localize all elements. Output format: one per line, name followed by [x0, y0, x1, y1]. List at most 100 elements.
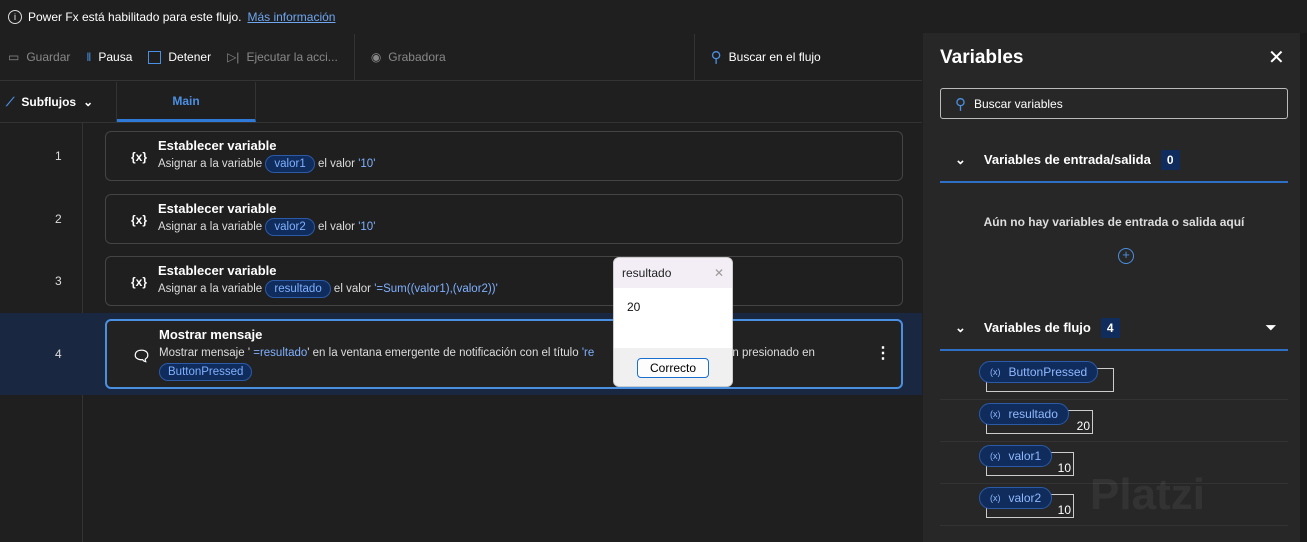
subflows-label: Subflujos	[21, 95, 77, 109]
action-title: Establecer variable	[158, 201, 277, 216]
stop-icon	[148, 50, 162, 64]
desc-text: el valor	[317, 221, 356, 233]
stop-button[interactable]: Detener	[140, 34, 219, 80]
action-description: Mostrar mensaje ' =resultado' en la vent…	[159, 344, 901, 382]
pause-icon: ‖	[86, 50, 92, 64]
action-description: Asignar a la variable resultado el valor…	[158, 280, 902, 299]
variable-icon: {x}	[131, 150, 148, 164]
section-label: Variables de flujo	[983, 320, 1091, 335]
line-number: 2	[55, 212, 62, 226]
line-number: 3	[55, 274, 62, 288]
action-row[interactable]: 3 {x} Establecer variable Asignar a la v…	[0, 250, 922, 313]
action-title: Mostrar mensaje	[159, 327, 263, 342]
pause-label: Pausa	[98, 50, 133, 64]
close-icon[interactable]: ✕	[714, 266, 724, 280]
variables-panel: Variables ✕ ⚲ Buscar variables ⌄ Variables…	[923, 33, 1300, 542]
search-placeholder: Buscar variables	[974, 96, 1063, 111]
panel-title: Variables	[940, 47, 1024, 68]
empty-message: Aún no hay variables de entrada o salida…	[983, 215, 1245, 229]
variable-name: ButtonPressed	[1008, 365, 1088, 379]
value-text: 're	[581, 347, 595, 359]
search-flow-label: Buscar en el flujo	[728, 50, 821, 64]
save-icon: ▭	[8, 50, 20, 64]
variable-pill: resultado	[265, 280, 331, 298]
desc-text: ' en la ventana emergente de notificació…	[307, 347, 579, 359]
variable-icon: (x)	[990, 493, 1001, 503]
action-card[interactable]: 🗨 Mostrar mensaje Mostrar mensaje ' =res…	[105, 319, 903, 389]
desc-text: Mostrar mensaje '	[159, 347, 251, 359]
close-icon[interactable]: ✕	[1268, 45, 1285, 70]
powerfx-infobar: i Power Fx está habilitado para este flu…	[0, 0, 922, 33]
desc-text: Asignar a la variable	[158, 221, 263, 233]
search-icon: ⚲	[955, 95, 966, 113]
more-info-link[interactable]: Más información	[247, 10, 335, 24]
run-next-icon: ▷|	[227, 50, 240, 64]
recorder-button[interactable]: ◉ Grabadora	[363, 34, 454, 80]
expression-text: =resultado	[250, 347, 308, 359]
toolbar-divider	[693, 34, 695, 80]
dialog-title: resultado	[622, 266, 672, 280]
ok-button[interactable]: Correcto	[637, 358, 709, 378]
variable-pill: (x) ButtonPressed	[979, 361, 1099, 383]
action-row-selected[interactable]: 4 🗨 Mostrar mensaje Mostrar mensaje ' =r…	[0, 313, 922, 395]
section-label: Variables de entrada/salida	[983, 152, 1151, 167]
action-row[interactable]: 2 {x} Establecer variable Asignar a la v…	[0, 188, 922, 251]
search-icon: ⚲	[710, 49, 722, 66]
value-text: '10'	[358, 158, 376, 170]
more-options-icon[interactable]: ⋮	[875, 343, 891, 363]
variable-item[interactable]: 20 (x) resultado	[940, 400, 1288, 442]
run-label: Ejecutar la acci...	[246, 50, 338, 64]
toolbar-divider	[353, 34, 355, 80]
run-action-button[interactable]: ▷| Ejecutar la acci...	[219, 34, 346, 80]
scrollbar[interactable]	[1300, 33, 1307, 542]
tab-main[interactable]: Main	[117, 82, 256, 122]
io-variables-section[interactable]: ⌄ Variables de entrada/salida 0	[940, 138, 1288, 183]
variable-icon: (x)	[990, 409, 1001, 419]
search-flow-button[interactable]: ⚲ Buscar en el flujo	[703, 34, 829, 80]
line-number: 4	[55, 347, 62, 361]
variable-icon: (x)	[990, 451, 1001, 461]
search-variables-input[interactable]: ⚲ Buscar variables	[940, 88, 1288, 119]
variable-pill: ButtonPressed	[159, 363, 253, 381]
action-row[interactable]: 1 {x} Establecer variable Asignar a la v…	[0, 125, 922, 188]
variable-icon: {x}	[131, 213, 148, 227]
desc-text: Asignar a la variable	[158, 283, 263, 295]
info-icon: i	[8, 9, 22, 24]
count-badge: 0	[1160, 149, 1180, 170]
tabs-row: ⟋ Subflujos ⌄ Main	[0, 82, 922, 123]
variable-pill: (x) valor2	[979, 487, 1053, 509]
action-card[interactable]: {x} Establecer variable Asignar a la var…	[105, 194, 903, 244]
subflows-dropdown[interactable]: ⟋ Subflujos ⌄	[0, 82, 117, 122]
value-text: '10'	[358, 221, 376, 233]
variable-name: valor2	[1008, 491, 1042, 505]
save-button[interactable]: ▭ Guardar	[0, 34, 78, 80]
action-title: Establecer variable	[158, 263, 277, 278]
chevron-down-icon: ⌄	[83, 95, 94, 109]
variable-name: resultado	[1008, 407, 1058, 421]
infobar-text: Power Fx está habilitado para este flujo…	[28, 9, 242, 24]
variable-pill: valor2	[265, 218, 315, 236]
desc-text: Asignar a la variable	[158, 158, 263, 170]
variable-icon: {x}	[131, 275, 148, 289]
filter-icon[interactable]: ⏷	[1266, 320, 1276, 336]
variable-item[interactable]: (x) ButtonPressed	[940, 358, 1288, 400]
stop-label: Detener	[168, 50, 212, 64]
count-badge: 4	[1100, 317, 1120, 338]
line-number: 1	[55, 149, 62, 163]
value-text: '=Sum((valor1),(valor2))'	[374, 283, 498, 295]
variable-pill: valor1	[265, 155, 315, 173]
desc-text: el valor	[317, 158, 356, 170]
action-card[interactable]: {x} Establecer variable Asignar a la var…	[105, 256, 903, 306]
flow-variables-section[interactable]: ⌄ Variables de flujo 4 ⏷	[940, 306, 1288, 351]
pause-button[interactable]: ‖ Pausa	[78, 34, 140, 80]
action-description: Asignar a la variable valor2 el valor '1…	[158, 218, 902, 237]
add-icon[interactable]: +	[1118, 248, 1134, 264]
subflow-icon: ⟋	[6, 94, 15, 109]
chevron-down-icon: ⌄	[955, 151, 966, 167]
desc-text: el valor	[333, 283, 371, 295]
action-card[interactable]: {x} Establecer variable Asignar a la var…	[105, 131, 903, 181]
action-description: Asignar a la variable valor1 el valor '1…	[158, 155, 902, 174]
variable-icon: (x)	[990, 367, 1001, 377]
chevron-down-icon: ⌄	[955, 319, 966, 335]
variable-pill: (x) valor1	[979, 445, 1053, 467]
